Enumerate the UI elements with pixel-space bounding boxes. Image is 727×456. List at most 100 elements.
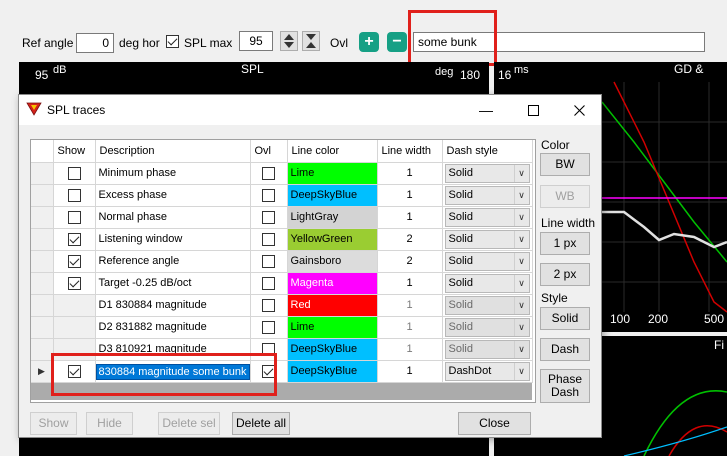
- column-header-dash-style[interactable]: Dash style: [442, 140, 533, 163]
- line-width-cell[interactable]: 1: [377, 316, 443, 339]
- dash-style-cell[interactable]: Solid ∨: [442, 206, 533, 229]
- ovl-checkbox[interactable]: [262, 320, 275, 334]
- line-width-cell[interactable]: 1: [377, 184, 443, 207]
- trace-row[interactable]: Normal phase LightGray 1 Solid ∨: [31, 206, 533, 229]
- description-cell[interactable]: Target -0.25 dB/oct: [95, 272, 251, 295]
- dash-style-dropdown[interactable]: DashDot ∨: [444, 361, 530, 381]
- dash-style-dropdown[interactable]: Solid ∨: [444, 229, 530, 249]
- description-cell[interactable]: Excess phase: [95, 184, 251, 207]
- ovl-checkbox[interactable]: [262, 210, 275, 224]
- dash-style-cell[interactable]: Solid ∨: [442, 316, 533, 339]
- line-color-cell[interactable]: DeepSkyBlue: [287, 338, 378, 361]
- delete-selected-button[interactable]: Delete sel: [158, 412, 220, 435]
- dash-style-button[interactable]: Dash: [540, 338, 590, 361]
- ovl-checkbox[interactable]: [262, 188, 275, 202]
- line-color-cell[interactable]: LightGray: [287, 206, 378, 229]
- dash-style-dropdown[interactable]: Solid ∨: [444, 185, 530, 205]
- show-checkbox[interactable]: [67, 210, 81, 224]
- row-header[interactable]: [31, 228, 54, 251]
- trace-row[interactable]: Excess phase DeepSkyBlue 1 Solid ∨: [31, 184, 533, 207]
- column-header-line-width[interactable]: Line width: [377, 140, 443, 163]
- one-px-button[interactable]: 1 px: [540, 232, 590, 255]
- show-cell[interactable]: [53, 162, 96, 185]
- trace-row[interactable]: Listening window YellowGreen 2 Solid ∨: [31, 228, 533, 251]
- description-cell[interactable]: Normal phase: [95, 206, 251, 229]
- line-color-cell[interactable]: YellowGreen: [287, 228, 378, 251]
- ovl-checkbox[interactable]: [262, 254, 275, 268]
- trace-row[interactable]: Minimum phase Lime 1 Solid ∨: [31, 162, 533, 185]
- row-header[interactable]: [31, 162, 54, 185]
- dash-style-dropdown[interactable]: Solid ∨: [444, 207, 530, 227]
- ovl-checkbox[interactable]: [262, 232, 275, 246]
- dash-style-cell[interactable]: Solid ∨: [442, 184, 533, 207]
- ovl-checkbox[interactable]: [262, 276, 275, 290]
- remove-overlay-button[interactable]: −: [387, 32, 407, 52]
- dialog-titlebar[interactable]: SPL traces —: [19, 95, 601, 125]
- row-header[interactable]: [31, 338, 54, 361]
- line-color-cell[interactable]: Red: [287, 294, 378, 317]
- ref-angle-input[interactable]: 0: [76, 33, 114, 53]
- line-width-cell[interactable]: 1: [377, 338, 443, 361]
- ovl-cell[interactable]: [250, 206, 288, 229]
- row-header[interactable]: [31, 184, 54, 207]
- line-width-cell[interactable]: 1: [377, 360, 443, 383]
- show-checkbox[interactable]: [67, 254, 81, 268]
- description-cell[interactable]: D2 831882 magnitude: [95, 316, 251, 339]
- close-button[interactable]: Close: [458, 412, 531, 435]
- ovl-cell[interactable]: [250, 316, 288, 339]
- trace-row[interactable]: Reference angle Gainsboro 2 Solid ∨: [31, 250, 533, 273]
- close-window-button[interactable]: [556, 99, 602, 121]
- column-header-ovl[interactable]: Ovl: [250, 140, 288, 163]
- dash-style-dropdown[interactable]: Solid ∨: [444, 251, 530, 271]
- show-checkbox[interactable]: [67, 166, 81, 180]
- line-width-cell[interactable]: 1: [377, 272, 443, 295]
- line-color-cell[interactable]: DeepSkyBlue: [287, 184, 378, 207]
- ovl-checkbox[interactable]: [262, 298, 275, 312]
- spl-max-checkbox[interactable]: [166, 35, 179, 48]
- minimize-button[interactable]: —: [463, 99, 509, 121]
- maximize-button[interactable]: [510, 99, 556, 121]
- dash-style-cell[interactable]: Solid ∨: [442, 294, 533, 317]
- ovl-cell[interactable]: [250, 184, 288, 207]
- description-cell[interactable]: D1 830884 magnitude: [95, 294, 251, 317]
- wb-button[interactable]: WB: [540, 185, 590, 208]
- description-cell[interactable]: Reference angle: [95, 250, 251, 273]
- row-header[interactable]: [31, 294, 54, 317]
- show-cell[interactable]: [53, 250, 96, 273]
- dash-style-dropdown[interactable]: Solid ∨: [444, 339, 530, 359]
- ovl-cell[interactable]: [250, 228, 288, 251]
- row-header[interactable]: [31, 250, 54, 273]
- two-px-button[interactable]: 2 px: [540, 263, 590, 286]
- dash-style-cell[interactable]: Solid ∨: [442, 162, 533, 185]
- add-overlay-button[interactable]: +: [359, 32, 379, 52]
- trace-row[interactable]: D2 831882 magnitude Lime 1 Solid ∨: [31, 316, 533, 339]
- column-header-description[interactable]: Description: [95, 140, 251, 163]
- spin-up-down-button[interactable]: [280, 31, 298, 51]
- row-header[interactable]: [31, 316, 54, 339]
- line-width-cell[interactable]: 1: [377, 294, 443, 317]
- trace-row[interactable]: D1 830884 magnitude Red 1 Solid ∨: [31, 294, 533, 317]
- line-color-cell[interactable]: Lime: [287, 162, 378, 185]
- ovl-cell[interactable]: [250, 250, 288, 273]
- show-cell[interactable]: [53, 272, 96, 295]
- description-cell[interactable]: Minimum phase: [95, 162, 251, 185]
- ovl-checkbox[interactable]: [262, 166, 275, 180]
- description-cell[interactable]: Listening window: [95, 228, 251, 251]
- show-button[interactable]: Show: [30, 412, 77, 435]
- line-color-cell[interactable]: Gainsboro: [287, 250, 378, 273]
- phase-dash-button[interactable]: Phase Dash: [540, 369, 590, 403]
- trace-row[interactable]: Target -0.25 dB/oct Magenta 1 Solid ∨: [31, 272, 533, 295]
- show-cell[interactable]: [53, 206, 96, 229]
- hide-button[interactable]: Hide: [86, 412, 133, 435]
- dash-style-cell[interactable]: Solid ∨: [442, 338, 533, 361]
- row-header[interactable]: ▶: [31, 360, 54, 383]
- dash-style-cell[interactable]: Solid ∨: [442, 272, 533, 295]
- show-cell[interactable]: [53, 184, 96, 207]
- ovl-cell[interactable]: [250, 162, 288, 185]
- dash-style-dropdown[interactable]: Solid ∨: [444, 317, 530, 337]
- solid-style-button[interactable]: Solid: [540, 307, 590, 330]
- show-checkbox[interactable]: [67, 276, 81, 290]
- collapse-range-button[interactable]: [302, 31, 320, 51]
- line-width-cell[interactable]: 1: [377, 206, 443, 229]
- row-header[interactable]: [31, 206, 54, 229]
